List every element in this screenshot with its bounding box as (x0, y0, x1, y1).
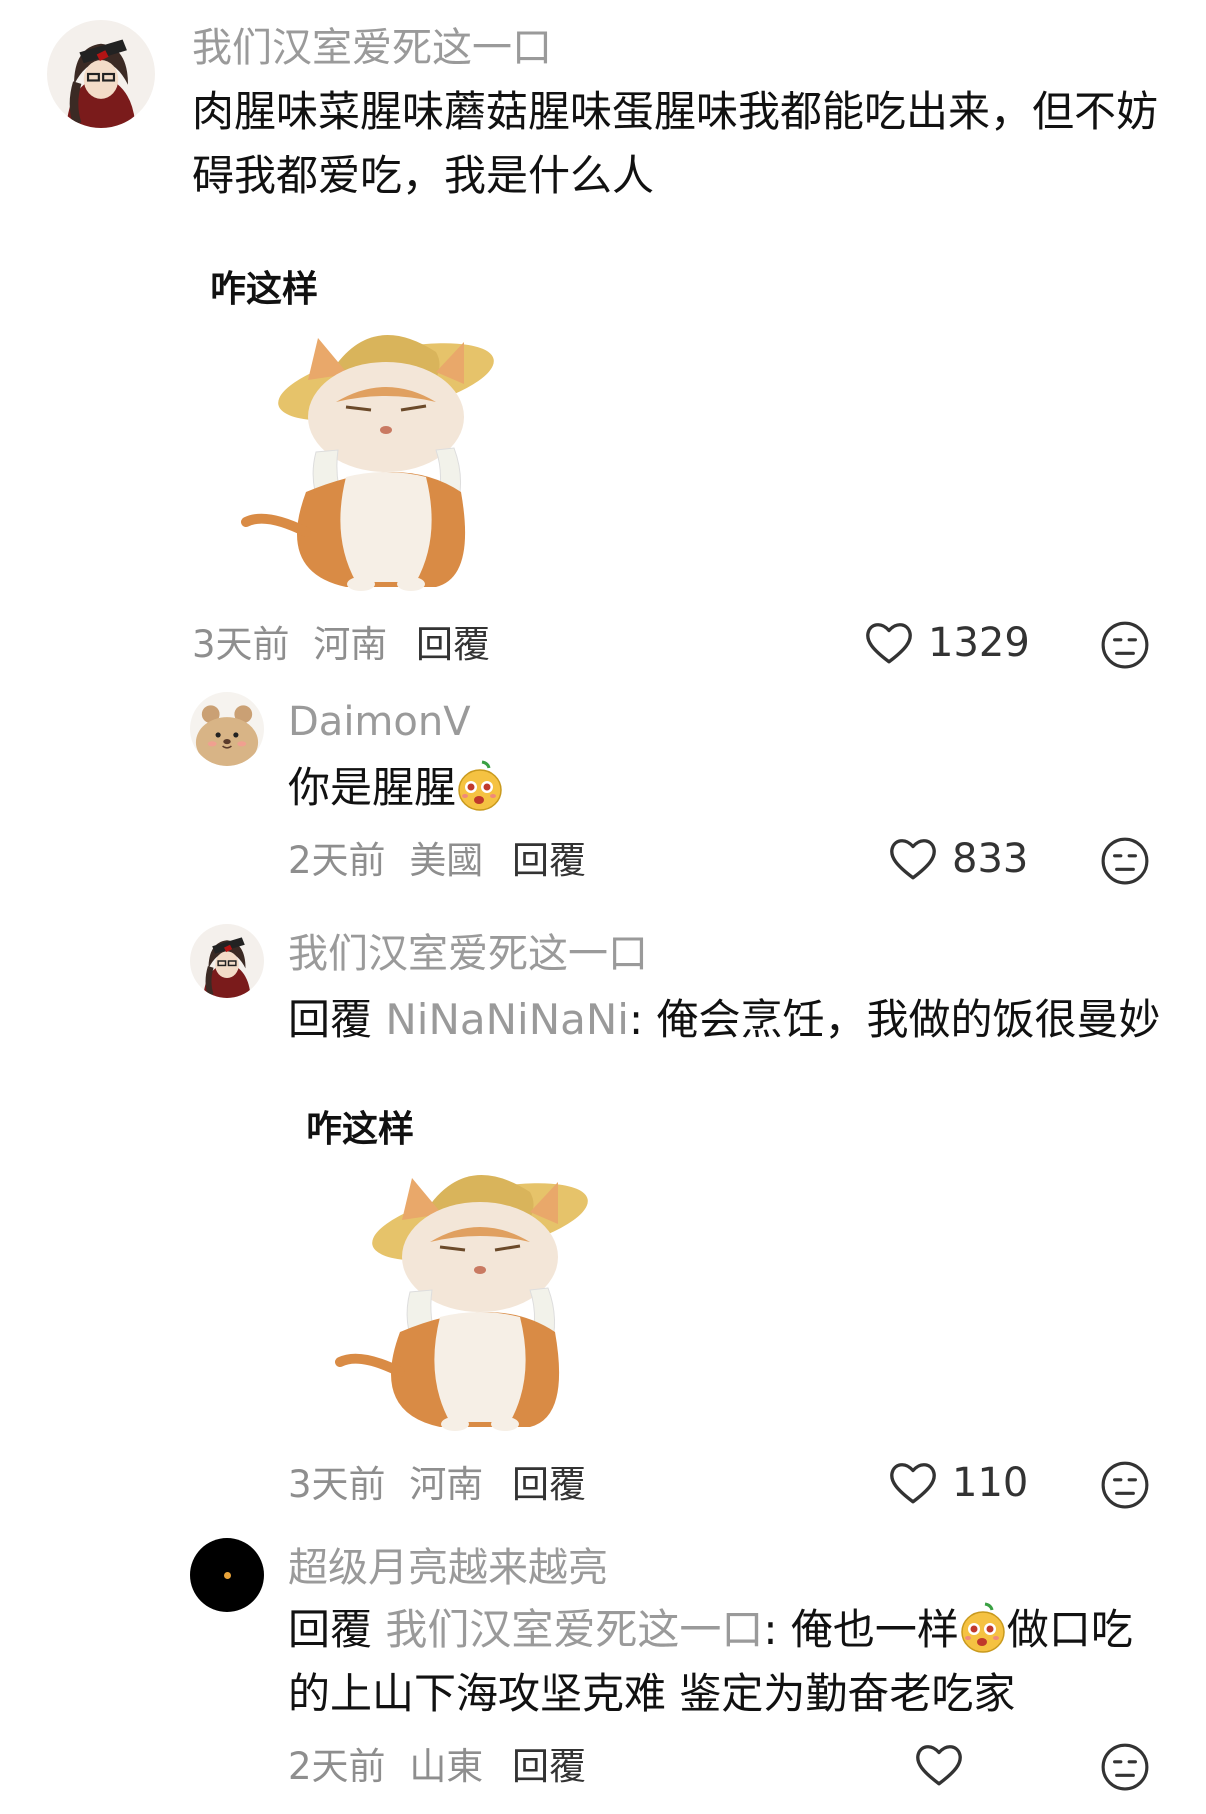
avatar-dot (224, 1572, 231, 1579)
heart-icon[interactable] (914, 1742, 964, 1792)
comment-location: 河南 (313, 623, 388, 666)
heart-icon (864, 620, 914, 666)
avatar[interactable] (190, 924, 264, 998)
comment-location: 河南 (409, 1463, 484, 1506)
neutral-face-icon[interactable] (1100, 620, 1150, 674)
comment-meta: 3天前 河南 (288, 1466, 483, 1503)
comment-time: 2天前 (288, 839, 386, 882)
reply-button[interactable]: 回覆 (416, 626, 490, 663)
comment-text-content: : 俺也一样 (763, 1605, 959, 1654)
comment-text: 回覆 NiNaNiNaNi: 俺会烹饪，我做的饭很曼妙 (288, 988, 1160, 1052)
reply-prefix: 回覆 (288, 1605, 373, 1654)
comment-location: 山東 (409, 1745, 484, 1788)
neutral-face-icon[interactable] (1100, 1742, 1150, 1796)
comment-location: 美國 (409, 839, 484, 882)
heart-icon (888, 836, 938, 882)
pear-face-emoji (959, 1602, 1007, 1654)
reply-button[interactable]: 回覆 (512, 1748, 586, 1785)
neutral-face-icon[interactable] (1100, 836, 1150, 890)
comment-username[interactable]: DaimonV (288, 702, 471, 742)
heart-icon (888, 1460, 938, 1506)
like-button[interactable]: 1329 (864, 620, 1030, 666)
comment-time: 2天前 (288, 1745, 386, 1788)
comment-username[interactable]: 超级月亮越来越亮 (288, 1548, 608, 1588)
neutral-face-icon[interactable] (1100, 1460, 1150, 1514)
like-button[interactable]: 833 (888, 836, 1028, 882)
like-count: 1329 (928, 620, 1030, 666)
reply-mention[interactable]: 我们汉室爱死这一口 (385, 1605, 763, 1654)
comment-meta: 2天前 山東 (288, 1748, 483, 1785)
pear-face-emoji (456, 760, 504, 812)
like-count: 110 (952, 1460, 1029, 1506)
comment-time: 3天前 (192, 623, 290, 666)
comment-username[interactable]: 我们汉室爱死这一口 (192, 28, 552, 68)
reply-prefix: 回覆 (288, 995, 373, 1044)
comment-meta: 3天前 河南 (192, 626, 387, 663)
comment-meta: 2天前 美國 (288, 842, 483, 879)
reply-mention[interactable]: NiNaNiNaNi (385, 995, 629, 1044)
comment-text: 肉腥味菜腥味蘑菇腥味蛋腥味我都能吃出来，但不妨碍我都爱吃，我是什么人 (192, 87, 1159, 200)
comment-text-content: : 俺会烹饪，我做的饭很曼妙 (628, 995, 1161, 1044)
comment-text-content: 你是腥腥 (288, 763, 457, 812)
comment-username[interactable]: 我们汉室爱死这一口 (288, 934, 648, 974)
reply-button[interactable]: 回覆 (512, 842, 586, 879)
avatar[interactable] (190, 692, 264, 766)
comment-text: 回覆 我们汉室爱死这一口: 俺也一样 做口吃的上山下海攻坚克难 鉴定为勤奋老吃家 (288, 1598, 1148, 1726)
reply-button[interactable]: 回覆 (512, 1466, 586, 1503)
avatar[interactable] (190, 1538, 264, 1612)
like-count: 833 (952, 836, 1029, 882)
sticker-image[interactable] (330, 1142, 610, 1432)
comment-text: 你是腥腥 (288, 756, 504, 820)
comment-time: 3天前 (288, 1463, 386, 1506)
avatar[interactable] (47, 20, 155, 128)
like-button[interactable]: 110 (888, 1460, 1028, 1506)
sticker-image[interactable] (236, 302, 516, 592)
